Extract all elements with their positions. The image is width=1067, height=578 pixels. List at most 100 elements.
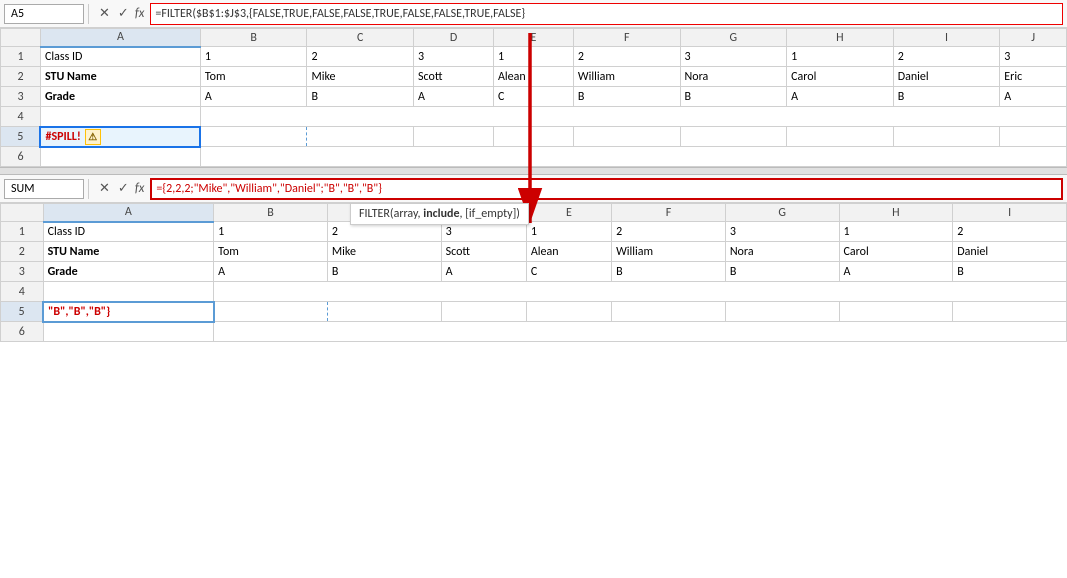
bottom-col-header-e[interactable]: E: [526, 204, 611, 222]
cell-e2[interactable]: Alean: [493, 67, 573, 87]
cell-g3[interactable]: B: [680, 87, 787, 107]
bottom-cell-f2[interactable]: William: [612, 242, 726, 262]
cell-b2[interactable]: Tom: [200, 67, 307, 87]
cell-g2[interactable]: Nora: [680, 67, 787, 87]
bottom-cell-g2[interactable]: Nora: [725, 242, 839, 262]
cell-e3[interactable]: C: [493, 87, 573, 107]
col-header-f[interactable]: F: [573, 29, 680, 47]
bottom-cell-c5[interactable]: [327, 302, 441, 322]
bottom-cell-b1[interactable]: 1: [214, 222, 328, 242]
cell-a1[interactable]: Class ID: [40, 47, 200, 67]
cell-d1[interactable]: 3: [414, 47, 494, 67]
cell-c2[interactable]: Mike: [307, 67, 414, 87]
bottom-col-header-b[interactable]: B: [214, 204, 328, 222]
cell-c5[interactable]: [307, 127, 414, 147]
cell-b5[interactable]: [200, 127, 307, 147]
col-header-e[interactable]: E: [493, 29, 573, 47]
cell-f5[interactable]: [573, 127, 680, 147]
cell-a3[interactable]: Grade: [40, 87, 200, 107]
bottom-col-header-f[interactable]: F: [612, 204, 726, 222]
confirm-icon[interactable]: ✓: [116, 6, 131, 21]
bottom-cell-e5[interactable]: [526, 302, 611, 322]
cell-d2[interactable]: Scott: [414, 67, 494, 87]
bottom-col-header-i[interactable]: I: [953, 204, 1067, 222]
cell-i5[interactable]: [893, 127, 1000, 147]
cell-a4[interactable]: [40, 107, 200, 127]
bottom-cell-a1[interactable]: Class ID: [43, 222, 214, 242]
top-formula-input[interactable]: [150, 3, 1063, 25]
cell-g5[interactable]: [680, 127, 787, 147]
bottom-cell-d2[interactable]: Scott: [441, 242, 526, 262]
cell-g1[interactable]: 3: [680, 47, 787, 67]
bottom-cancel-icon[interactable]: ✕: [97, 181, 112, 196]
cell-h5[interactable]: [787, 127, 894, 147]
bottom-cell-h3[interactable]: A: [839, 262, 953, 282]
cell-i2[interactable]: Daniel: [893, 67, 1000, 87]
cell-i3[interactable]: B: [893, 87, 1000, 107]
cell-f2[interactable]: William: [573, 67, 680, 87]
cell-a5[interactable]: #SPILL! ⚠: [40, 127, 200, 147]
bottom-cell-h5[interactable]: [839, 302, 953, 322]
cell-e5[interactable]: [493, 127, 573, 147]
cell-a6[interactable]: [40, 147, 200, 167]
bottom-cell-i5[interactable]: [953, 302, 1067, 322]
bottom-cell-b3[interactable]: A: [214, 262, 328, 282]
bottom-col-header-g[interactable]: G: [725, 204, 839, 222]
bottom-cell-b2[interactable]: Tom: [214, 242, 328, 262]
bottom-cell-e1[interactable]: 1: [526, 222, 611, 242]
bottom-cell-a3[interactable]: Grade: [43, 262, 214, 282]
cell-c1[interactable]: 2: [307, 47, 414, 67]
bottom-cell-c2[interactable]: Mike: [327, 242, 441, 262]
col-header-c[interactable]: C: [307, 29, 414, 47]
bottom-cell-d5[interactable]: [441, 302, 526, 322]
col-header-a[interactable]: A: [40, 29, 200, 47]
bottom-cell-d3[interactable]: A: [441, 262, 526, 282]
cell-h1[interactable]: 1: [787, 47, 894, 67]
bottom-confirm-icon[interactable]: ✓: [116, 181, 131, 196]
bottom-cell-f3[interactable]: B: [612, 262, 726, 282]
bottom-cell-reference-box[interactable]: SUM: [4, 179, 84, 199]
bottom-cell-c3[interactable]: B: [327, 262, 441, 282]
cell-c3[interactable]: B: [307, 87, 414, 107]
bottom-cell-g5[interactable]: [725, 302, 839, 322]
bottom-cell-f1[interactable]: 2: [612, 222, 726, 242]
cell-reference-box[interactable]: A5: [4, 4, 84, 24]
bottom-cell-g1[interactable]: 3: [725, 222, 839, 242]
bottom-cell-b5[interactable]: [214, 302, 328, 322]
cell-e1[interactable]: 1: [493, 47, 573, 67]
bottom-cell-g3[interactable]: B: [725, 262, 839, 282]
col-header-b[interactable]: B: [200, 29, 307, 47]
cell-d3[interactable]: A: [414, 87, 494, 107]
cancel-icon[interactable]: ✕: [97, 6, 112, 21]
bottom-col-header-h[interactable]: H: [839, 204, 953, 222]
bottom-col-header-a[interactable]: A: [43, 204, 214, 222]
col-header-j[interactable]: J: [1000, 29, 1067, 47]
bottom-cell-h2[interactable]: Carol: [839, 242, 953, 262]
cell-j2[interactable]: Eric: [1000, 67, 1067, 87]
bottom-cell-h1[interactable]: 1: [839, 222, 953, 242]
bottom-cell-e3[interactable]: C: [526, 262, 611, 282]
warning-icon[interactable]: ⚠: [85, 129, 101, 145]
col-header-d[interactable]: D: [414, 29, 494, 47]
cell-j1[interactable]: 3: [1000, 47, 1067, 67]
cell-i1[interactable]: 2: [893, 47, 1000, 67]
cell-b3[interactable]: A: [200, 87, 307, 107]
bottom-formula-input[interactable]: [150, 178, 1063, 200]
bottom-cell-f5[interactable]: [612, 302, 726, 322]
col-header-i[interactable]: I: [893, 29, 1000, 47]
cell-a2[interactable]: STU Name: [40, 67, 200, 87]
bottom-cell-a5[interactable]: "B","B","B"}: [43, 302, 214, 322]
cell-h3[interactable]: A: [787, 87, 894, 107]
bottom-cell-a6[interactable]: [43, 322, 214, 342]
cell-d5[interactable]: [414, 127, 494, 147]
bottom-cell-e2[interactable]: Alean: [526, 242, 611, 262]
bottom-cell-i3[interactable]: B: [953, 262, 1067, 282]
cell-b1[interactable]: 1: [200, 47, 307, 67]
cell-h2[interactable]: Carol: [787, 67, 894, 87]
cell-f3[interactable]: B: [573, 87, 680, 107]
bottom-cell-a4[interactable]: [43, 282, 214, 302]
col-header-g[interactable]: G: [680, 29, 787, 47]
cell-j3[interactable]: A: [1000, 87, 1067, 107]
bottom-cell-i1[interactable]: 2: [953, 222, 1067, 242]
col-header-h[interactable]: H: [787, 29, 894, 47]
